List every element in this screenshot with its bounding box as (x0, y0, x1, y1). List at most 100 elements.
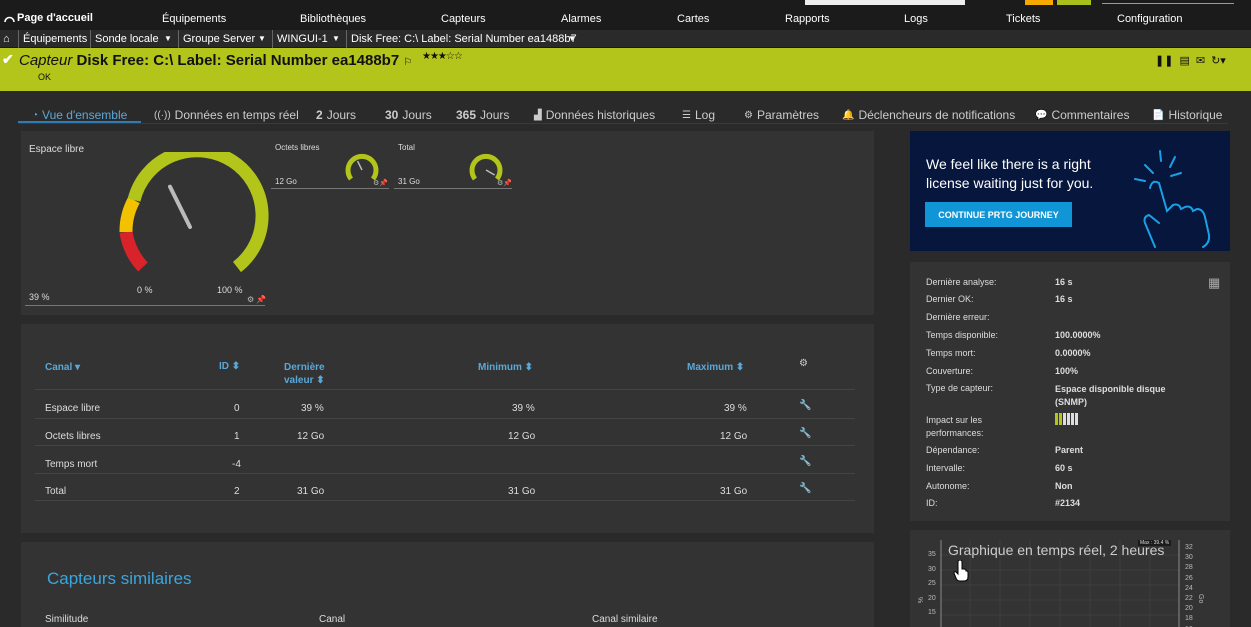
column-header-last-value[interactable]: Dernière valeur ⬍ (284, 361, 325, 387)
mail-icon[interactable]: ✉ (1196, 54, 1205, 67)
priority-stars[interactable]: ★★★☆☆ (422, 51, 463, 62)
tab-live-data[interactable]: ((·)) Données en temps réel (154, 108, 299, 122)
gauge-zone-warning (119, 196, 140, 233)
column-header-maximum[interactable]: Maximum ⬍ (687, 361, 744, 374)
chevron-down-icon[interactable]: ▼ (332, 34, 340, 43)
cell-max: 39 % (724, 403, 747, 414)
divider (90, 30, 91, 48)
pause-icon[interactable]: ❚❚ (1155, 54, 1173, 67)
gauge-needle (167, 184, 192, 229)
nav-item-tickets[interactable]: Tickets (1006, 13, 1040, 25)
gauge-needle (485, 169, 496, 176)
sensor-header: ✔ Capteur Disk Free: C:\ Label: Serial N… (0, 48, 1251, 91)
graph-title: Graphique en temps réel, 2 heures (948, 542, 1165, 558)
nav-item-alarms[interactable]: Alarmes (561, 13, 601, 25)
tab-historic-data[interactable]: ▟ Données historiques (534, 108, 655, 122)
wrench-icon[interactable]: 🔧 (799, 400, 811, 411)
breadcrumb: ⌂ Équipements Sonde locale ▼ Groupe Serv… (0, 30, 1251, 48)
nav-item-devices[interactable]: Équipements (162, 13, 226, 25)
info-value: #2134 (1055, 498, 1081, 508)
gauge-settings-icons[interactable]: ⚙📌 (497, 179, 512, 187)
tab-notification-triggers[interactable]: 🔔 Déclencheurs de notifications (842, 108, 1015, 122)
home-icon[interactable]: ⌂ (3, 33, 10, 45)
gauge-settings-icons[interactable]: ⚙📌 (373, 179, 388, 187)
nav-home[interactable]: Page d'accueil (4, 12, 93, 24)
info-label: Temps disponible: (926, 330, 999, 340)
cell-id: -4 (232, 459, 241, 470)
cell-min: 31 Go (508, 486, 536, 497)
nav-item-maps[interactable]: Cartes (677, 13, 709, 25)
search-input[interactable] (805, 0, 965, 5)
cell-channel[interactable]: Temps mort (45, 459, 97, 470)
cell-channel[interactable]: Total (45, 486, 66, 497)
breadcrumb-devices[interactable]: Équipements (23, 33, 87, 45)
gauge-arc (345, 153, 379, 181)
qr-code-icon[interactable]: ▦ (1208, 275, 1220, 291)
tab-overview[interactable]: ◔ Vue d'ensemble (32, 108, 127, 122)
cell-channel[interactable]: Octets libres (45, 431, 101, 442)
info-value: 16 s (1055, 294, 1073, 304)
breadcrumb-group[interactable]: Groupe Server (183, 33, 255, 45)
nav-item-sensors[interactable]: Capteurs (441, 13, 486, 25)
gear-icon[interactable]: ⚙ (799, 358, 808, 369)
gauge-main-label: Espace libre (29, 144, 85, 155)
chart-icon: ▟ (534, 109, 542, 121)
chevron-down-icon[interactable]: ▼ (258, 34, 266, 43)
info-value: Non (1055, 481, 1073, 491)
column-header-similarity[interactable]: Similitude (45, 614, 88, 625)
divider (25, 305, 265, 306)
column-header-minimum[interactable]: Minimum ⬍ (478, 361, 533, 374)
tab-2-days[interactable]: 2 Jours (316, 108, 356, 122)
info-value: 60 s (1055, 463, 1073, 473)
breadcrumb-probe[interactable]: Sonde locale (95, 33, 159, 45)
gauge-settings-icons[interactable]: ⚙ 📌 (247, 295, 266, 304)
alarm-badge-ok[interactable] (1057, 0, 1091, 5)
nav-item-setup[interactable]: Configuration (1117, 13, 1182, 25)
chevron-down-icon[interactable]: ▼ (568, 34, 576, 43)
promo-text: We feel like there is a right license wa… (926, 156, 1094, 191)
continue-journey-button[interactable]: CONTINUE PRTG JOURNEY (925, 202, 1072, 227)
tab-settings[interactable]: ⚙ Paramètres (744, 108, 819, 122)
cell-max: 31 Go (720, 486, 748, 497)
y-tick-label: 35 (928, 551, 936, 558)
chevron-down-icon[interactable]: ▼ (164, 34, 172, 43)
document-icon[interactable]: ▤ (1179, 54, 1189, 67)
tab-30-days[interactable]: 30 Jours (385, 108, 432, 122)
nav-item-reports[interactable]: Rapports (785, 13, 830, 25)
info-label: Dépendance: (926, 445, 980, 455)
refresh-icon[interactable]: ↻▾ (1211, 54, 1226, 67)
column-header-channel[interactable]: Canal ▾ (45, 361, 80, 374)
tab-comments[interactable]: 💬 Commentaires (1035, 108, 1129, 122)
gauge-total-value: 31 Go (398, 177, 420, 186)
cell-channel[interactable]: Espace libre (45, 403, 100, 414)
performance-impact-bars (1055, 413, 1078, 425)
column-header-similar-channel[interactable]: Canal similaire (592, 614, 658, 625)
wrench-icon[interactable]: 🔧 (799, 428, 811, 439)
breadcrumb-device[interactable]: WINGUI-1 (277, 33, 328, 45)
tab-log[interactable]: ☰ Log (682, 108, 715, 122)
tab-365-days[interactable]: 365 Jours (456, 108, 509, 122)
tab-history[interactable]: 📄 Historique (1152, 108, 1222, 122)
nav-item-libraries[interactable]: Bibliothèques (300, 13, 366, 25)
flag-icon[interactable]: ⚐ (403, 57, 412, 68)
column-header-id[interactable]: ID ⬍ (219, 360, 240, 373)
list-icon: ☰ (682, 109, 691, 121)
user-menu[interactable] (1102, 3, 1234, 4)
gauge-min: 0 % (137, 285, 153, 295)
nav-item-logs[interactable]: Logs (904, 13, 928, 25)
cell-id: 2 (234, 486, 240, 497)
gauge-zone-ok (127, 152, 269, 273)
column-header-channel[interactable]: Canal (319, 614, 345, 625)
divider (346, 30, 347, 48)
y-tick-label: 24 (1185, 584, 1193, 592)
info-value: 16 s (1055, 277, 1073, 287)
breadcrumb-sensor[interactable]: Disk Free: C:\ Label: Serial Number ea14… (351, 33, 577, 45)
wrench-icon[interactable]: 🔧 (799, 483, 811, 494)
tab-label: Déclencheurs de notifications (858, 108, 1016, 122)
info-value: 0.0000% (1055, 348, 1091, 358)
alarm-badge-warning[interactable] (1025, 0, 1053, 5)
tab-label: Paramètres (756, 108, 819, 122)
wrench-icon[interactable]: 🔧 (799, 456, 811, 467)
gauge-main (119, 152, 269, 273)
y-axis-unit-left: % (918, 597, 925, 604)
